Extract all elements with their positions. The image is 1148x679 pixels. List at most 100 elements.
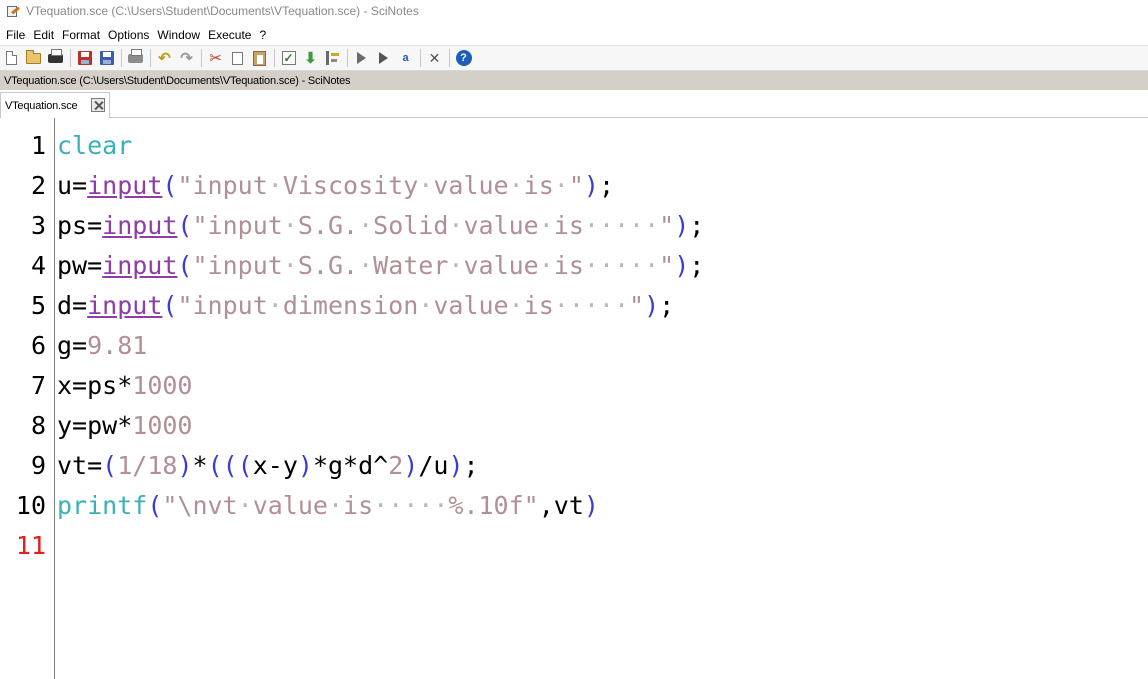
save-icon	[77, 51, 92, 65]
line-number: 5	[30, 291, 46, 320]
save-as-button[interactable]	[97, 49, 116, 68]
run-button[interactable]	[352, 49, 371, 68]
open-file-button[interactable]	[46, 48, 65, 68]
code-token: )	[674, 211, 690, 240]
line-number: 8	[30, 411, 46, 440]
menu-options[interactable]: Options	[104, 28, 153, 42]
code-line[interactable]: pw=input("input·S.G.·Water·value·is·····…	[57, 246, 704, 286]
line-number-gutter: 1 2 3 4 5 6 7 8 9 10 11	[0, 118, 55, 679]
code-token: ps=	[57, 211, 103, 240]
line-number: 4	[30, 251, 46, 280]
code-token: *	[117, 411, 133, 440]
code-token: (	[162, 291, 178, 320]
code-line[interactable]: d=input("input·dimension·value·is·····")…	[57, 286, 674, 326]
code-token: ;	[598, 171, 615, 200]
new-file-button[interactable]	[2, 49, 21, 68]
code-token: 1000	[132, 371, 193, 400]
code-token: vt=	[57, 451, 103, 480]
help-button[interactable]: ?	[454, 49, 473, 68]
code-token: )	[583, 491, 599, 520]
copy-icon	[229, 49, 243, 65]
menu-file[interactable]: File	[2, 28, 29, 42]
line-number: 1	[30, 131, 46, 160]
code-token: ·	[327, 491, 344, 520]
open-folder-icon	[26, 49, 41, 64]
code-line[interactable]: clear	[57, 126, 132, 166]
code-token: *g*d^	[312, 451, 389, 480]
code-token: Water	[373, 251, 449, 280]
code-token: y=pw	[57, 411, 118, 440]
code-token: 9.81	[87, 331, 148, 360]
code-token: input	[87, 291, 163, 320]
code-token: dimension	[282, 291, 419, 320]
code-token: )	[644, 291, 660, 320]
check-icon: ✓	[281, 51, 296, 65]
toolbar-separator	[449, 49, 450, 67]
print-button[interactable]	[126, 48, 145, 68]
save-as-icon	[99, 51, 114, 65]
menu-edit[interactable]: Edit	[29, 28, 58, 42]
code-token: "	[629, 291, 645, 320]
code-token: pw=	[57, 251, 103, 280]
print-icon	[128, 48, 143, 63]
code-token: ;	[689, 251, 705, 280]
code-line[interactable]: ps=input("input·S.G.·Solid·value·is·····…	[57, 206, 704, 246]
code-editor[interactable]: 1 2 3 4 5 6 7 8 9 10 11 clear u=input("input·Viscos…	[0, 118, 1148, 679]
code-token: value	[252, 491, 328, 520]
code-token: clear	[57, 131, 133, 160]
code-token: 1000	[132, 411, 193, 440]
code-token: is	[523, 291, 554, 320]
code-token: )	[297, 451, 313, 480]
menu-format[interactable]: Format	[58, 28, 104, 42]
file-path-text: VTequation.sce (C:\Users\Student\Documen…	[4, 74, 351, 87]
redo-icon: ↷	[180, 49, 193, 67]
close-tab-icon[interactable]	[91, 98, 105, 112]
open-folder-button[interactable]	[24, 49, 43, 68]
save-button[interactable]	[75, 49, 94, 68]
code-token: is	[553, 251, 584, 280]
run-to-cursor-button[interactable]	[374, 49, 393, 68]
code-token: ·	[538, 251, 554, 280]
code-token: )	[674, 251, 690, 280]
code-line[interactable]: g=9.81	[57, 326, 147, 366]
menu-window[interactable]: Window	[153, 28, 204, 42]
code-token: ·	[538, 211, 554, 240]
code-token: ·	[358, 251, 374, 280]
load-into-scilab-button[interactable]: ⬇	[301, 49, 320, 68]
code-token: value	[433, 171, 509, 200]
code-line[interactable]: y=pw*1000	[57, 406, 193, 446]
paste-icon	[253, 50, 266, 66]
menu-execute[interactable]: Execute	[204, 28, 255, 42]
code-token: value	[433, 291, 509, 320]
code-token: u=	[57, 171, 88, 200]
code-token: ·	[448, 211, 464, 240]
code-line[interactable]: printf("\nvt·value·is·····%.10f",vt)	[57, 486, 599, 526]
code-token: "	[659, 211, 675, 240]
copy-button[interactable]	[228, 49, 247, 68]
undo-button[interactable]: ↶	[155, 49, 174, 68]
code-line[interactable]: vt=(1/18)*(((x-y)*g*d^2)/u);	[57, 446, 479, 486]
title-bar: VTequation.sce (C:\Users\Student\Documen…	[0, 0, 1148, 22]
tab-label: VTequation.sce	[5, 99, 78, 112]
code-token: %.10f"	[448, 491, 539, 520]
paste-button[interactable]	[250, 49, 269, 68]
code-line[interactable]: u=input("input·Viscosity·value·is·");	[57, 166, 614, 206]
code-token: /u	[418, 451, 449, 480]
menu-help[interactable]: ?	[255, 28, 270, 42]
code-token: 2	[388, 451, 404, 480]
help-icon: ?	[455, 50, 472, 66]
code-token: ·	[267, 291, 283, 320]
file-path-bar: VTequation.sce (C:\Users\Student\Documen…	[0, 71, 1148, 90]
redo-button[interactable]: ↷	[177, 49, 196, 68]
abc-button[interactable]: a	[396, 49, 415, 68]
code-line[interactable]: x=ps*1000	[57, 366, 193, 406]
code-token: "\nvt	[162, 491, 238, 520]
run-icon	[357, 52, 366, 64]
tools-button[interactable]: ✕	[425, 49, 444, 68]
run-to-cursor-icon	[379, 52, 388, 64]
execute-file-button[interactable]	[323, 49, 342, 68]
tab-vtequation[interactable]: VTequation.sce	[0, 92, 110, 118]
code-token: is	[343, 491, 374, 520]
check-button[interactable]: ✓	[279, 49, 298, 68]
cut-button[interactable]: ✂	[206, 49, 225, 68]
